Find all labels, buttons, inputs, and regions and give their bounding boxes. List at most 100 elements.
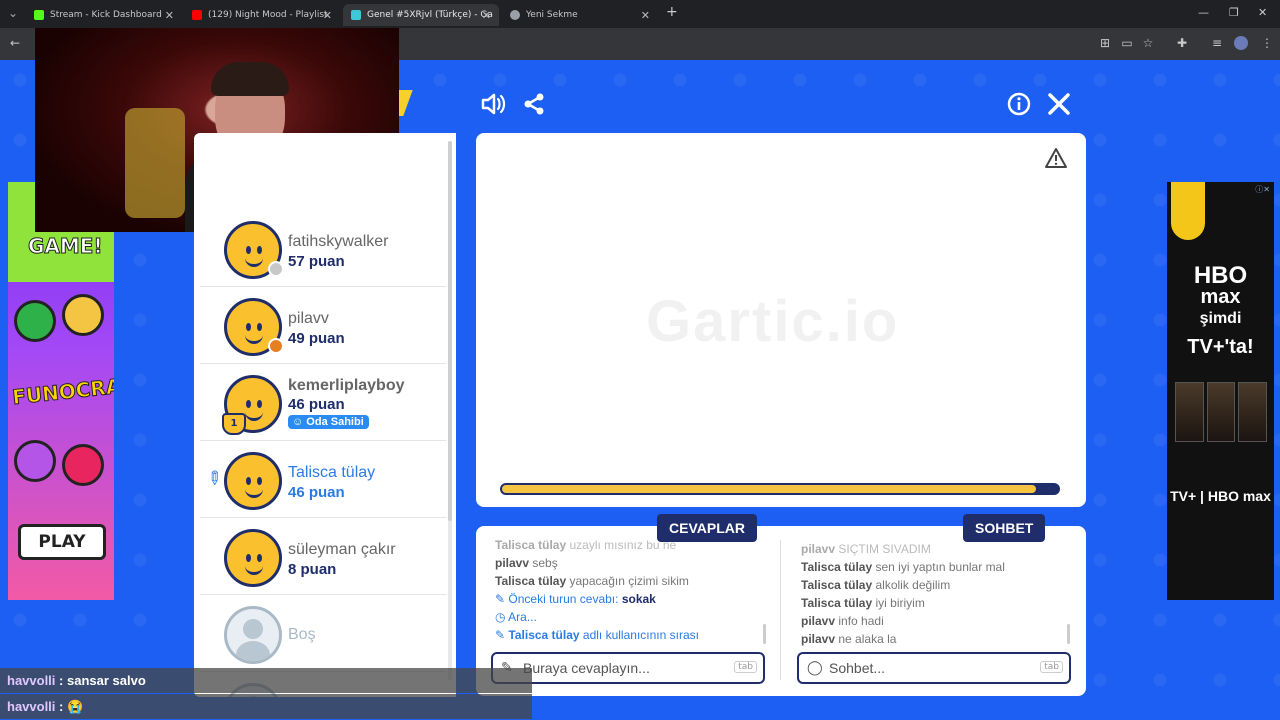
player-name: kemerliplayboy bbox=[288, 377, 405, 394]
webcam-chair bbox=[125, 108, 185, 218]
ad-play-button[interactable]: PLAY bbox=[18, 524, 106, 560]
player-name: pilavv bbox=[288, 310, 329, 327]
ad-yellow-shape bbox=[1171, 182, 1205, 240]
player-score: 57 puan bbox=[288, 253, 345, 270]
answer-input-box[interactable]: ✎ tab bbox=[491, 652, 765, 684]
report-warning-icon[interactable] bbox=[1044, 147, 1068, 169]
tab-title: (129) Night Mood - Playlist bbox=[208, 10, 328, 20]
tab-key-hint: tab bbox=[734, 661, 757, 673]
player-row[interactable]: fatihskywalker 57 puan bbox=[200, 211, 446, 287]
left-advertisement[interactable]: GAME! FUNOCRACY PLAY bbox=[8, 182, 114, 600]
player-avatar bbox=[224, 529, 282, 587]
message-user[interactable]: Talisca tülay bbox=[801, 578, 872, 592]
ad-funocracy-text: FUNOCRACY bbox=[11, 370, 114, 410]
trophy-icon: 1 bbox=[222, 413, 246, 435]
message-user[interactable]: pilavv bbox=[801, 632, 835, 646]
chat-tab[interactable]: SOHBET bbox=[963, 514, 1046, 542]
cast-icon[interactable]: ▭ bbox=[1120, 36, 1134, 50]
browser-menu-icon[interactable]: ⋮ bbox=[1260, 36, 1274, 50]
message-text: sebş bbox=[532, 556, 558, 570]
player-row-drawing[interactable]: ✎ Talisca tülay 46 puan bbox=[200, 442, 446, 518]
chat-message-list: pilavv SIÇTIM SIVADIM Talisca tülay sen … bbox=[801, 540, 1071, 650]
chat-message: Talisca tülay sen iyi yaptın bunlar mal bbox=[801, 558, 1071, 576]
close-icon[interactable]: ✕ bbox=[323, 9, 332, 22]
tab-title: Yeni Sekme bbox=[526, 10, 578, 20]
youtube-favicon-icon bbox=[192, 10, 202, 20]
minimize-icon[interactable]: — bbox=[1198, 6, 1209, 19]
window-close-icon[interactable]: ✕ bbox=[1258, 6, 1267, 19]
close-game-icon[interactable] bbox=[1047, 92, 1071, 120]
stream-chat-message: havvolli : 😭 bbox=[0, 694, 532, 719]
poster bbox=[1206, 382, 1236, 442]
message-user[interactable]: Talisca tülay bbox=[801, 596, 872, 610]
message-user[interactable]: Talisca tülay bbox=[495, 574, 566, 588]
answers-scrollbar[interactable] bbox=[763, 624, 766, 644]
tab-kick-dashboard[interactable]: Stream - Kick Dashboard ✕ bbox=[26, 4, 182, 26]
close-icon[interactable]: ✕ bbox=[482, 9, 491, 22]
message-user[interactable]: pilavv bbox=[801, 542, 835, 556]
sound-icon[interactable] bbox=[480, 92, 506, 120]
maximize-icon[interactable]: ❐ bbox=[1229, 6, 1239, 19]
chat-scrollbar[interactable] bbox=[1067, 624, 1070, 644]
player-row[interactable]: süleyman çakır 8 puan bbox=[200, 519, 446, 595]
drawing-canvas[interactable]: Gartic.io bbox=[476, 133, 1086, 507]
message-user[interactable]: Talisca tülay bbox=[495, 538, 566, 552]
room-owner-label: Oda Sahibi bbox=[306, 416, 364, 428]
angry-face-icon bbox=[62, 444, 104, 486]
close-icon[interactable]: ✕ bbox=[641, 9, 650, 22]
ad-choices-icon[interactable]: ⓘ✕ bbox=[1255, 184, 1270, 195]
ad-simdi-text: şimdi bbox=[1199, 310, 1242, 327]
message-user[interactable]: Talisca tülay bbox=[508, 628, 579, 642]
canvas-watermark: Gartic.io bbox=[646, 289, 900, 354]
answer-message: Talisca tülay yapacağın çizimi sikim bbox=[495, 572, 765, 590]
right-advertisement[interactable]: ⓘ✕ HBO max şimdi TV+'ta! TV+ | HBO max bbox=[1167, 182, 1274, 600]
answer-input[interactable] bbox=[523, 658, 723, 678]
chat-message: Talisca tülay iyi biriyim bbox=[801, 594, 1071, 612]
message-user[interactable]: Talisca tülay bbox=[801, 560, 872, 574]
message-text: sen iyi yaptın bunlar mal bbox=[875, 560, 1005, 574]
tab-title: Genel #5XRjvl (Türkçe) - Ga bbox=[367, 10, 493, 20]
message-user[interactable]: pilavv bbox=[801, 614, 835, 628]
tab-search-icon[interactable]: ⌄ bbox=[6, 6, 20, 20]
tab-new-tab[interactable]: Yeni Sekme ✕ bbox=[502, 4, 658, 26]
player-score: 46 puan bbox=[288, 396, 345, 413]
bookmark-star-icon[interactable]: ☆ bbox=[1141, 36, 1155, 50]
message-text: Ara... bbox=[508, 610, 537, 624]
tab-gartic-active[interactable]: Genel #5XRjvl (Türkçe) - Ga ✕ bbox=[343, 4, 499, 26]
stream-chat-text: : 😭 bbox=[59, 699, 84, 714]
player-row-empty[interactable]: Boş bbox=[200, 596, 446, 672]
message-text: iyi biriyim bbox=[875, 596, 925, 610]
reading-list-icon[interactable]: ≡ bbox=[1210, 36, 1224, 50]
translate-icon[interactable]: ⊞ bbox=[1098, 36, 1112, 50]
player-name: fatihskywalker bbox=[288, 233, 389, 250]
player-row[interactable]: 1 kemerliplayboy 46 puan ☺ Oda Sahibi bbox=[200, 365, 446, 441]
player-row[interactable]: pilavv 49 puan bbox=[200, 288, 446, 364]
player-list-scrollbar[interactable] bbox=[448, 141, 452, 521]
player-score: 8 puan bbox=[288, 561, 337, 578]
answer-message: pilavv sebş bbox=[495, 554, 765, 572]
chat-message: Talisca tülay alkolik değilim bbox=[801, 576, 1071, 594]
chat-input[interactable] bbox=[829, 658, 1029, 678]
browser-tab-bar: ⌄ Stream - Kick Dashboard ✕ (129) Night … bbox=[0, 0, 1280, 28]
message-text: uzaylı mısınız bu ne bbox=[569, 538, 677, 552]
webcam-hair bbox=[211, 62, 289, 96]
tab-youtube-playlist[interactable]: (129) Night Mood - Playlist ✕ bbox=[184, 4, 340, 26]
extensions-icon[interactable]: ✚ bbox=[1175, 36, 1189, 50]
close-icon[interactable]: ✕ bbox=[165, 9, 174, 22]
back-arrow-icon[interactable]: ← bbox=[8, 36, 22, 50]
new-tab-plus-icon[interactable]: + bbox=[666, 4, 678, 20]
chat-message: pilavv ne alaka la bbox=[801, 630, 1071, 648]
message-text: adlı kullanıcının sırası bbox=[582, 628, 699, 642]
profile-avatar-icon[interactable] bbox=[1234, 36, 1248, 50]
ad-game-text: GAME! bbox=[28, 234, 104, 259]
system-message: ◷ Ara... bbox=[495, 608, 765, 626]
blonde-character-icon bbox=[62, 294, 104, 336]
chat-input-box[interactable]: ◯ tab bbox=[797, 652, 1071, 684]
info-icon[interactable] bbox=[1007, 92, 1031, 120]
message-user[interactable]: pilavv bbox=[495, 556, 529, 570]
pencil-icon: ✎ bbox=[495, 592, 506, 606]
share-icon[interactable] bbox=[522, 92, 546, 120]
answers-chat-panel: CEVAPLAR SOHBET Talisca tülay uzaylı mıs… bbox=[476, 514, 1086, 696]
thumbs-up-character-icon bbox=[14, 300, 56, 342]
stream-chat-user: havvolli bbox=[7, 673, 56, 688]
